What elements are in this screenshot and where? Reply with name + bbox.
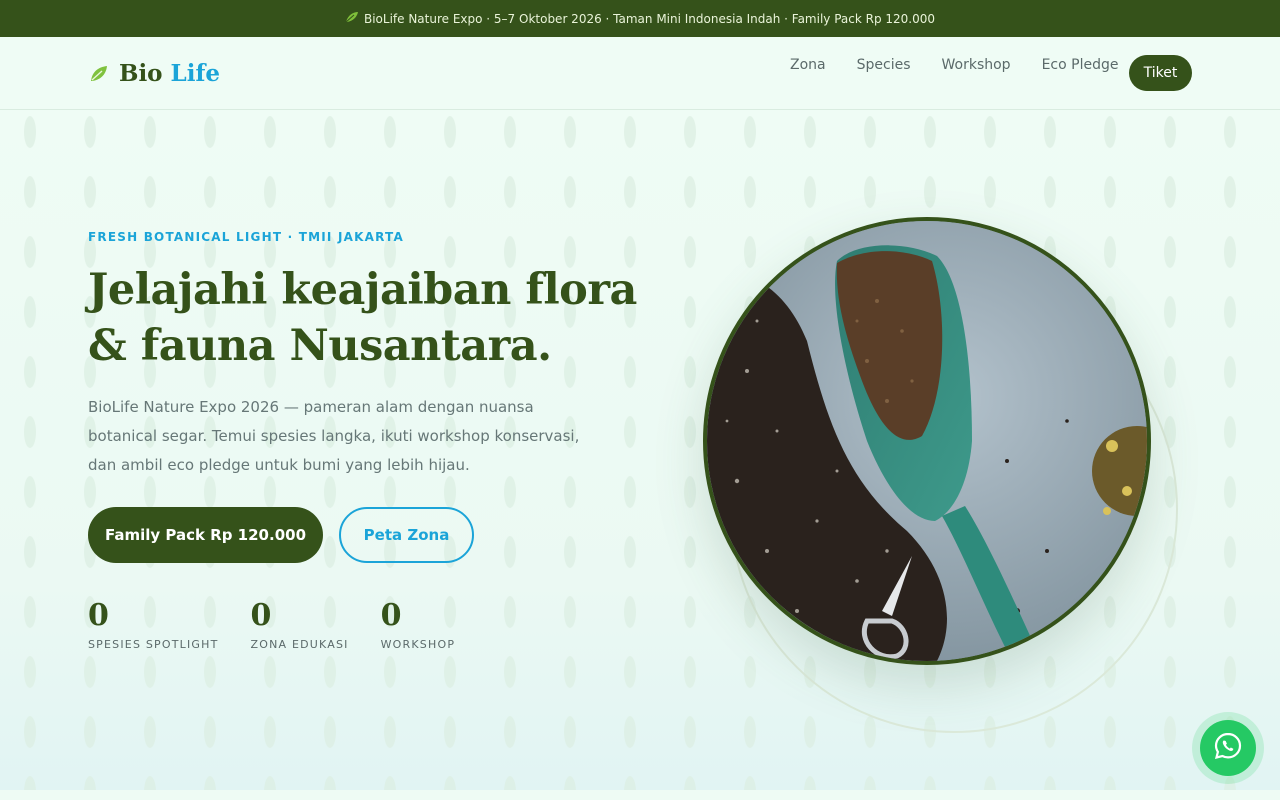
hero-eyebrow: FRESH BOTANICAL LIGHT · TMII JAKARTA	[88, 230, 404, 244]
site-header: Bio Life Zona Species Workshop Eco Pledg…	[0, 37, 1280, 110]
nav-item-workshop[interactable]: Workshop	[942, 55, 1011, 75]
whatsapp-icon	[1213, 731, 1243, 765]
leaf-logo-icon	[88, 62, 110, 84]
stat-label: WORKSHOP	[380, 638, 456, 651]
garden-trowel-illustration	[707, 221, 1147, 661]
stat-value: 0	[88, 598, 109, 633]
announcement-text: BioLife Nature Expo · 5–7 Oktober 2026 ·…	[363, 11, 936, 26]
hero-section: FRESH BOTANICAL LIGHT · TMII JAKARTA Jel…	[0, 110, 1280, 790]
brand-name-part2: Life	[170, 59, 220, 87]
nav-item-eco-pledge[interactable]: Eco Pledge	[1042, 55, 1119, 75]
stat-label: ZONA EDUKASI	[250, 638, 349, 651]
whatsapp-button[interactable]	[1200, 720, 1256, 776]
nav-item-species[interactable]: Species	[857, 55, 911, 75]
stats-row: 0 SPESIES SPOTLIGHT 0 ZONA EDUKASI 0 WOR…	[88, 598, 487, 651]
hero-description: BioLife Nature Expo 2026 — pameran alam …	[88, 398, 580, 474]
ticket-button[interactable]: Tiket	[1129, 55, 1192, 91]
stat-workshops: 0 WORKSHOP	[381, 598, 456, 651]
announcement-bar: BioLife Nature Expo · 5–7 Oktober 2026 ·…	[0, 0, 1280, 37]
main-nav: Zona Species Workshop Eco Pledge	[790, 55, 1149, 75]
brand-name-part1: Bio	[119, 59, 163, 87]
headline-line-2: & fauna Nusantara.	[88, 321, 552, 371]
brand-logo[interactable]: Bio Life	[88, 57, 220, 89]
stat-value: 0	[380, 598, 402, 633]
leaf-icon	[345, 11, 359, 26]
stat-value: 0	[250, 598, 272, 633]
headline-line-1: Jelajahi keajaiban flora	[88, 265, 637, 315]
hero-photo	[703, 217, 1151, 665]
stat-zones: 0 ZONA EDUKASI	[251, 598, 349, 651]
stat-label: SPESIES SPOTLIGHT	[88, 638, 219, 651]
nav-item-zona[interactable]: Zona	[790, 55, 826, 75]
family-pack-button[interactable]: Family Pack Rp 120.000	[88, 507, 323, 563]
stat-species: 0 SPESIES SPOTLIGHT	[88, 598, 219, 651]
zone-map-button[interactable]: Peta Zona	[339, 507, 474, 563]
hero-headline: Jelajahi keajaiban flora & fauna Nusanta…	[88, 262, 648, 374]
